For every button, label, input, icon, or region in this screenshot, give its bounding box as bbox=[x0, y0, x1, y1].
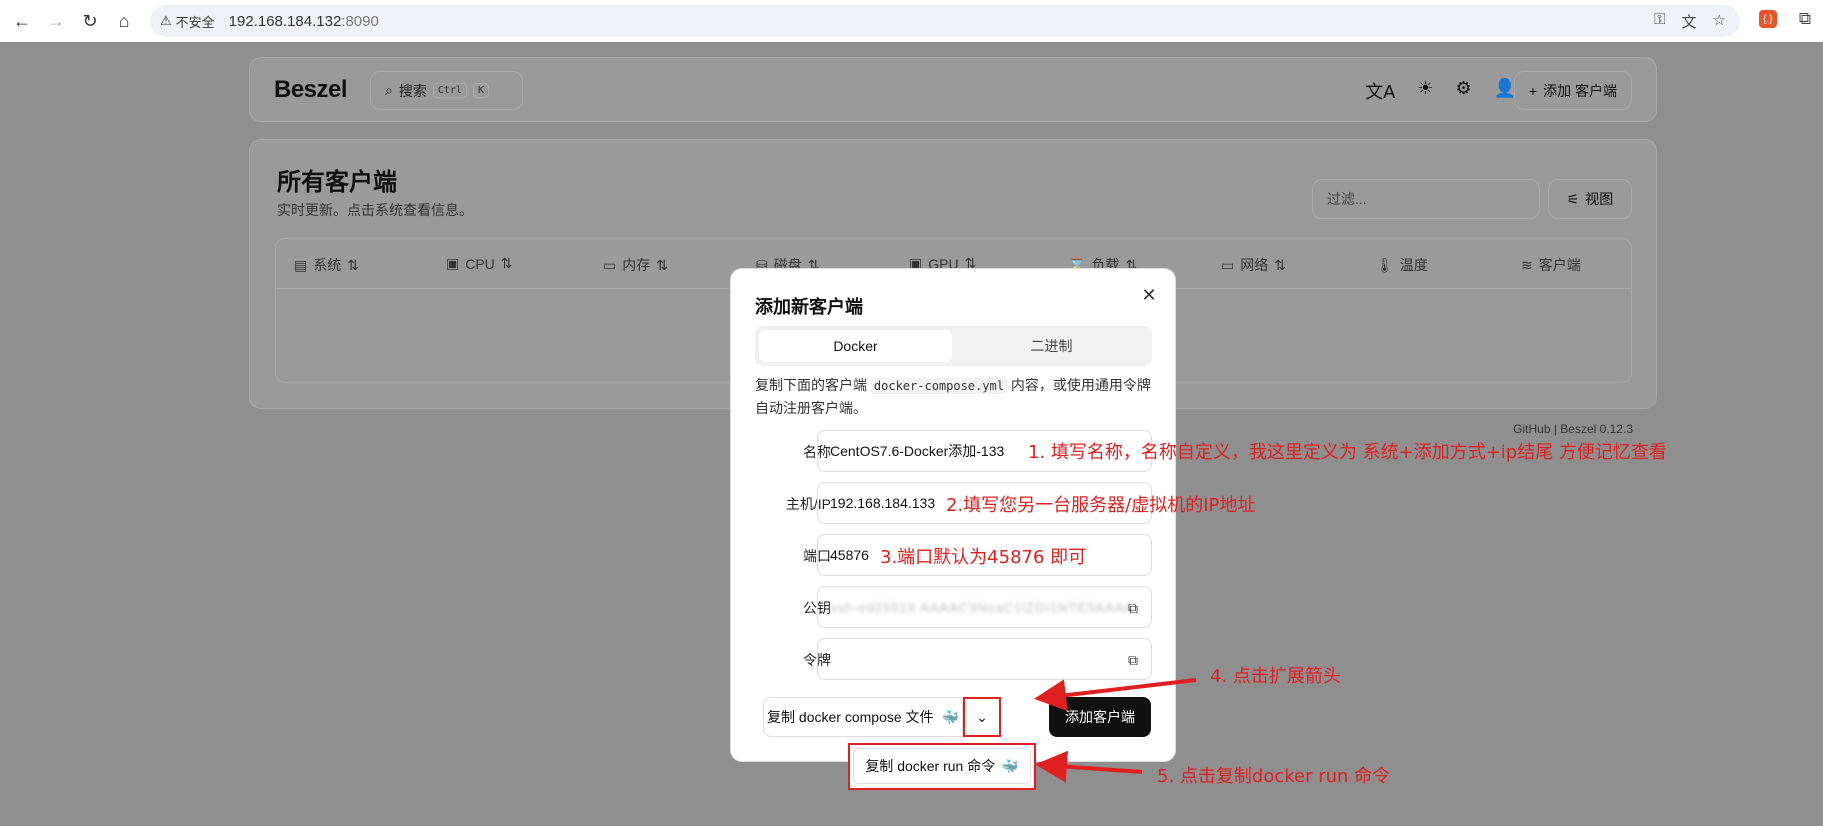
security-warning[interactable]: ⚠ 不安全 bbox=[160, 12, 215, 31]
page-title: 所有客户端 bbox=[277, 169, 397, 196]
search-button[interactable]: ⌕ 搜索 Ctrl K bbox=[370, 71, 523, 110]
translate-icon[interactable]: 文 bbox=[1682, 11, 1697, 32]
view-button[interactable]: ⚟ 视图 bbox=[1548, 179, 1632, 219]
column-temperature[interactable]: 🌡 温度 bbox=[1376, 255, 1428, 275]
dialog-description: 复制下面的客户端 docker-compose.yml 内容，或使用通用令牌自动… bbox=[755, 377, 1151, 416]
sort-icon: ⇅ bbox=[656, 256, 668, 273]
extension-icon[interactable]: {.} bbox=[1758, 10, 1777, 28]
copy-options-dropdown: 复制 docker run 命令 🐳 bbox=[848, 743, 1036, 790]
sort-icon: ⇅ bbox=[347, 256, 359, 273]
copy-compose-button[interactable]: 复制 docker compose 文件 🐳 bbox=[763, 697, 963, 737]
column-memory[interactable]: ▭ 内存 ⇅ bbox=[603, 255, 668, 275]
install-method-tabs: Docker 二进制 bbox=[755, 326, 1152, 366]
forward-icon[interactable]: → bbox=[44, 9, 68, 33]
add-client-submit-button[interactable]: 添加客户端 bbox=[1049, 697, 1151, 737]
server-icon: ▤ bbox=[294, 256, 308, 273]
public-key-value: ssh-ed25519 AAAAC3NzaC1lZDI1NTE5AAAA bbox=[830, 599, 1135, 615]
copy-icon[interactable]: ⧉ bbox=[1128, 600, 1138, 617]
chevron-down-icon[interactable]: ⌄ bbox=[963, 697, 1001, 737]
footer-version[interactable]: GitHub | Beszel 0.12.3 bbox=[1513, 422, 1633, 436]
add-client-header-button[interactable]: + 添加 客户端 bbox=[1513, 71, 1632, 110]
docker-whale-icon: 🐳 bbox=[1001, 757, 1019, 774]
reload-icon[interactable]: ↻ bbox=[78, 9, 102, 33]
network-icon: ▭ bbox=[1221, 256, 1235, 273]
shortcut-key-ctrl: Ctrl bbox=[432, 83, 467, 98]
tab-binary[interactable]: 二进制 bbox=[955, 330, 1148, 362]
page-subtitle: 实时更新。点击系统查看信息。 bbox=[277, 202, 473, 218]
extensions-puzzle-icon[interactable]: ⧉ bbox=[1799, 9, 1811, 29]
search-icon: ⌕ bbox=[385, 82, 393, 98]
wifi-icon: ≋ bbox=[1521, 256, 1533, 273]
url-text[interactable]: 192.168.184.132:8090 bbox=[229, 13, 379, 30]
column-agent[interactable]: ≋ 客户端 bbox=[1521, 255, 1581, 275]
column-cpu[interactable]: ▣ CPU ⇅ bbox=[446, 255, 513, 272]
annotation-step-1: 1. 填写名称，名称自定义，我这里定义为 系统+添加方式+ip结尾 方便记忆查看 bbox=[1028, 442, 1667, 463]
annotation-step-3: 3.端口默认为45876 即可 bbox=[880, 547, 1087, 568]
app-header: Beszel ⌕ 搜索 Ctrl K 文A ☀ ⚙ 👤 + 添加 客户端 bbox=[249, 57, 1657, 122]
plus-icon: + bbox=[1528, 82, 1538, 99]
home-icon[interactable]: ⌂ bbox=[112, 9, 136, 33]
arrow-step-5 bbox=[1035, 750, 1143, 783]
public-key-field[interactable]: ssh-ed25519 AAAAC3NzaC1lZDI1NTE5AAAA ⧉ bbox=[817, 586, 1152, 628]
annotation-step-5: 5. 点击复制docker run 命令 bbox=[1157, 766, 1391, 787]
copy-docker-run-menu-item[interactable]: 复制 docker run 命令 🐳 bbox=[853, 748, 1031, 784]
shortcut-key-k: K bbox=[472, 83, 489, 98]
memory-icon: ▭ bbox=[603, 256, 617, 273]
browser-toolbar: ← → ↻ ⌂ ⚠ 不安全 192.168.184.132:8090 ⚿ 文 ☆ … bbox=[0, 0, 1823, 42]
warning-icon: ⚠ bbox=[160, 13, 172, 28]
annotation-step-4: 4. 点击扩展箭头 bbox=[1210, 666, 1341, 687]
brand-logo[interactable]: Beszel bbox=[274, 76, 348, 104]
thermometer-icon: 🌡 bbox=[1376, 256, 1394, 273]
sort-icon: ⇅ bbox=[1274, 256, 1286, 273]
language-icon[interactable]: 文A bbox=[1365, 78, 1395, 104]
sort-icon: ⇅ bbox=[500, 255, 513, 271]
sliders-icon: ⚟ bbox=[1566, 190, 1580, 207]
settings-gear-icon[interactable]: ⚙ bbox=[1455, 78, 1471, 104]
user-icon[interactable]: 👤 bbox=[1494, 78, 1516, 104]
back-icon[interactable]: ← bbox=[10, 9, 34, 33]
bookmark-star-icon[interactable]: ☆ bbox=[1713, 11, 1726, 32]
docker-whale-icon: 🐳 bbox=[941, 708, 959, 725]
column-network[interactable]: ▭ 网络 ⇅ bbox=[1221, 255, 1286, 275]
token-field[interactable]: ⧉ bbox=[817, 638, 1152, 680]
cpu-icon: ▣ bbox=[446, 255, 460, 271]
address-bar[interactable]: ⚠ 不安全 192.168.184.132:8090 ⚿ 文 ☆ bbox=[150, 5, 1740, 37]
annotation-step-2: 2.填写您另一台服务器/虚拟机的IP地址 bbox=[946, 495, 1256, 516]
close-icon[interactable]: ✕ bbox=[1139, 285, 1159, 305]
column-system[interactable]: ▤ 系统 ⇅ bbox=[294, 255, 359, 275]
theme-sun-icon[interactable]: ☀ bbox=[1417, 78, 1433, 104]
tab-docker[interactable]: Docker bbox=[759, 330, 952, 362]
dialog-title: 添加新客户端 bbox=[755, 297, 863, 317]
filter-input[interactable]: 过滤... bbox=[1312, 179, 1540, 219]
copy-icon[interactable]: ⧉ bbox=[1128, 652, 1138, 669]
password-key-icon[interactable]: ⚿ bbox=[1654, 11, 1665, 32]
